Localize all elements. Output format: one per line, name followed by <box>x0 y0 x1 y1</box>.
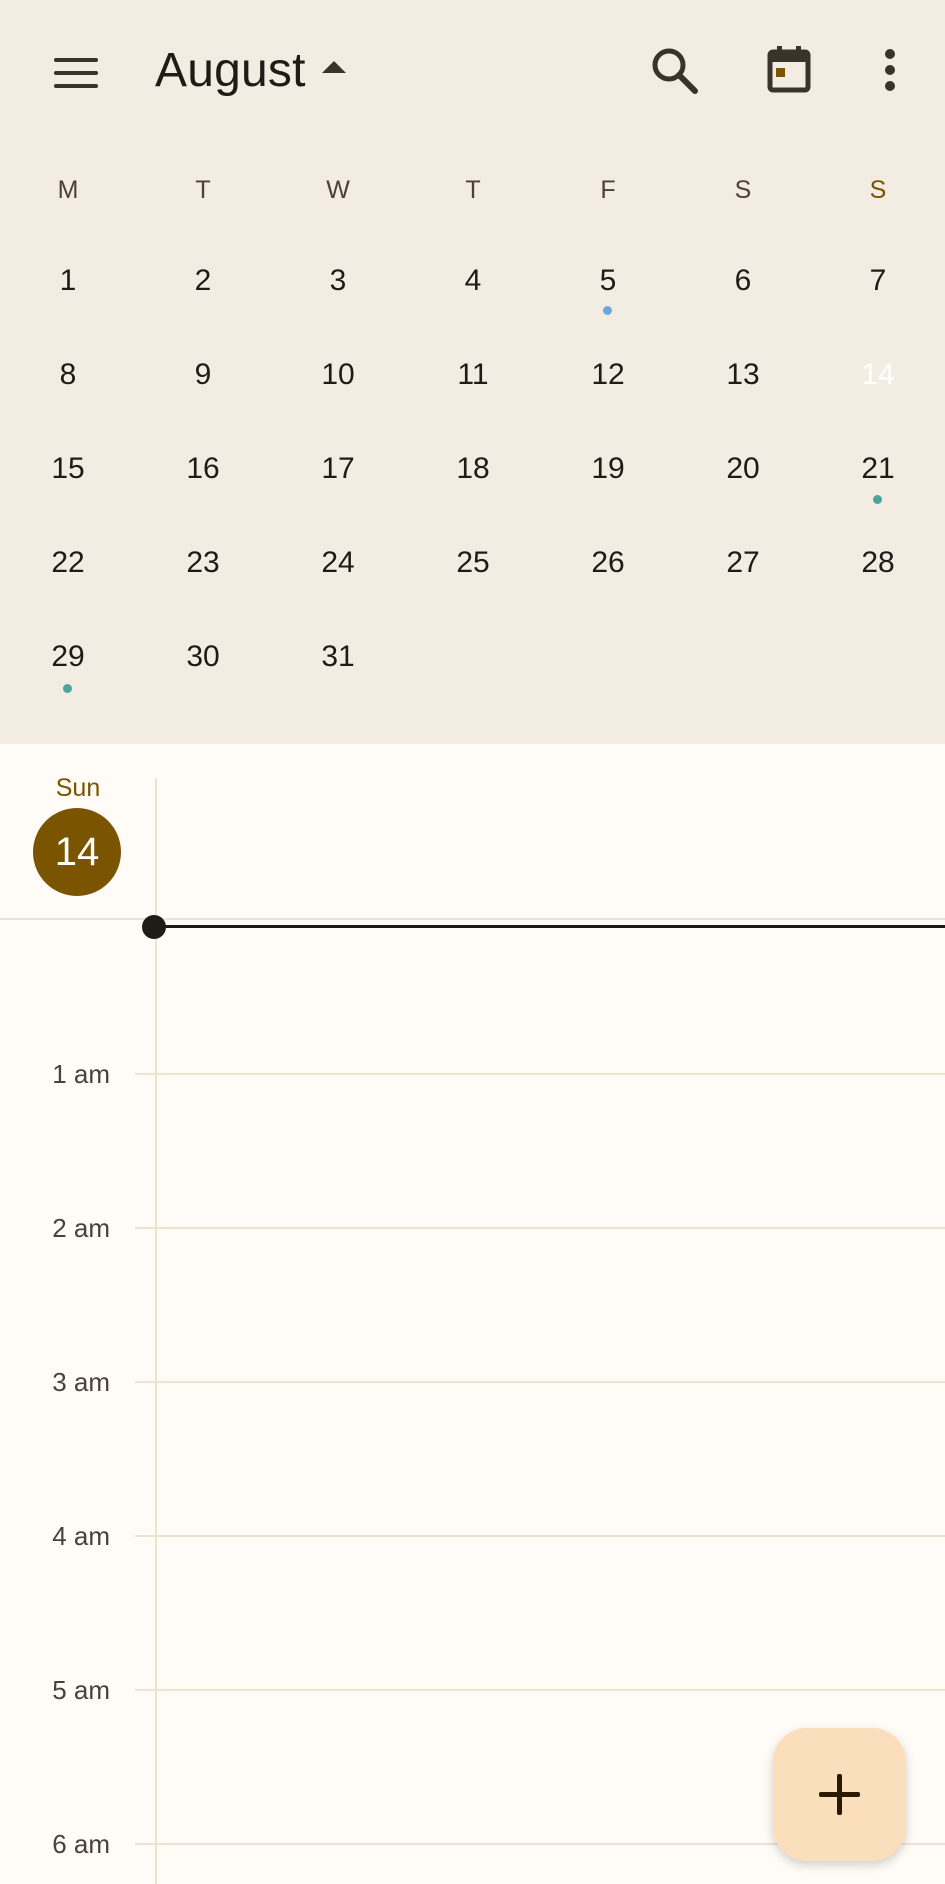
day-number: 22 <box>51 546 85 579</box>
calendar-day[interactable]: 1 <box>28 241 108 321</box>
day-number: 21 <box>861 452 895 485</box>
current-time-dot <box>142 915 166 939</box>
calendar-day[interactable]: 24 <box>298 523 378 603</box>
day-number: 2 <box>194 264 212 297</box>
day-number: 28 <box>861 546 895 579</box>
day-number: 29 <box>51 640 85 673</box>
hour-label: 4 am <box>52 1521 110 1551</box>
month-grid: 1 2 3 4 5 6 7 8 9 10 11 12 13 14 15 16 1… <box>0 0 945 744</box>
hour-label: 1 am <box>52 1059 110 1089</box>
day-number: 24 <box>321 546 355 579</box>
time-gutter-divider <box>155 778 157 1884</box>
calendar-day[interactable]: 27 <box>703 523 783 603</box>
day-number: 9 <box>194 358 212 391</box>
hour-label: 5 am <box>52 1675 110 1705</box>
day-number: 31 <box>321 640 355 673</box>
calendar-day[interactable]: 30 <box>163 617 243 697</box>
hour-label: 2 am <box>52 1213 110 1243</box>
hour-gridline <box>135 1535 945 1537</box>
day-view-date[interactable]: 14 <box>33 808 121 896</box>
day-number: 5 <box>599 264 617 297</box>
calendar-day[interactable]: 13 <box>703 335 783 415</box>
calendar-day[interactable]: 6 <box>703 241 783 321</box>
day-number: 18 <box>456 452 490 485</box>
calendar-day[interactable]: 16 <box>163 429 243 509</box>
event-dot <box>603 306 612 315</box>
day-number: 7 <box>869 264 887 297</box>
day-view-weekday: Sun <box>55 774 101 802</box>
day-number: 6 <box>734 264 752 297</box>
current-time-line <box>153 925 945 928</box>
calendar-day[interactable]: 9 <box>163 335 243 415</box>
day-number: 23 <box>186 546 220 579</box>
calendar-day[interactable]: 19 <box>568 429 648 509</box>
calendar-day[interactable]: 8 <box>28 335 108 415</box>
calendar-day[interactable]: 10 <box>298 335 378 415</box>
calendar-day[interactable]: 17 <box>298 429 378 509</box>
hour-label: 3 am <box>52 1367 110 1397</box>
day-number: 1 <box>59 264 77 297</box>
hour-gridline <box>135 1689 945 1691</box>
calendar-day[interactable]: 2 <box>163 241 243 321</box>
day-number: 26 <box>591 546 625 579</box>
calendar-day[interactable]: 20 <box>703 429 783 509</box>
day-number: 10 <box>321 358 355 391</box>
calendar-day[interactable]: 12 <box>568 335 648 415</box>
calendar-day[interactable]: 26 <box>568 523 648 603</box>
calendar-day[interactable]: 23 <box>163 523 243 603</box>
day-number: 13 <box>726 358 760 391</box>
calendar-day[interactable]: 22 <box>28 523 108 603</box>
event-dot <box>873 495 882 504</box>
hour-label: 6 am <box>52 1829 110 1859</box>
day-number: 14 <box>861 358 895 391</box>
calendar-day[interactable]: 18 <box>433 429 513 509</box>
calendar-day[interactable]: 25 <box>433 523 513 603</box>
day-number: 17 <box>321 452 355 485</box>
calendar-day-today[interactable]: 14 <box>838 335 918 415</box>
all-day-divider <box>0 918 945 920</box>
calendar-day[interactable]: 11 <box>433 335 513 415</box>
calendar-day[interactable]: 31 <box>298 617 378 697</box>
calendar-day[interactable]: 4 <box>433 241 513 321</box>
create-event-button[interactable] <box>773 1728 906 1861</box>
day-number: 27 <box>726 546 760 579</box>
day-number: 11 <box>457 358 489 391</box>
day-number: 4 <box>464 264 482 297</box>
day-view-header <box>0 744 945 920</box>
day-number: 25 <box>456 546 490 579</box>
calendar-day[interactable]: 7 <box>838 241 918 321</box>
day-number: 30 <box>186 640 220 673</box>
day-number: 12 <box>591 358 625 391</box>
calendar-day[interactable]: 3 <box>298 241 378 321</box>
day-number: 8 <box>59 358 77 391</box>
calendar-day[interactable]: 28 <box>838 523 918 603</box>
hour-gridline <box>135 1227 945 1229</box>
event-dot <box>63 684 72 693</box>
hour-gridline <box>135 1073 945 1075</box>
hour-gridline <box>135 1381 945 1383</box>
day-number: 15 <box>51 452 85 485</box>
day-number: 20 <box>726 452 760 485</box>
day-number: 19 <box>591 452 625 485</box>
day-number: 16 <box>186 452 220 485</box>
calendar-day[interactable]: 15 <box>28 429 108 509</box>
day-number: 3 <box>329 264 347 297</box>
